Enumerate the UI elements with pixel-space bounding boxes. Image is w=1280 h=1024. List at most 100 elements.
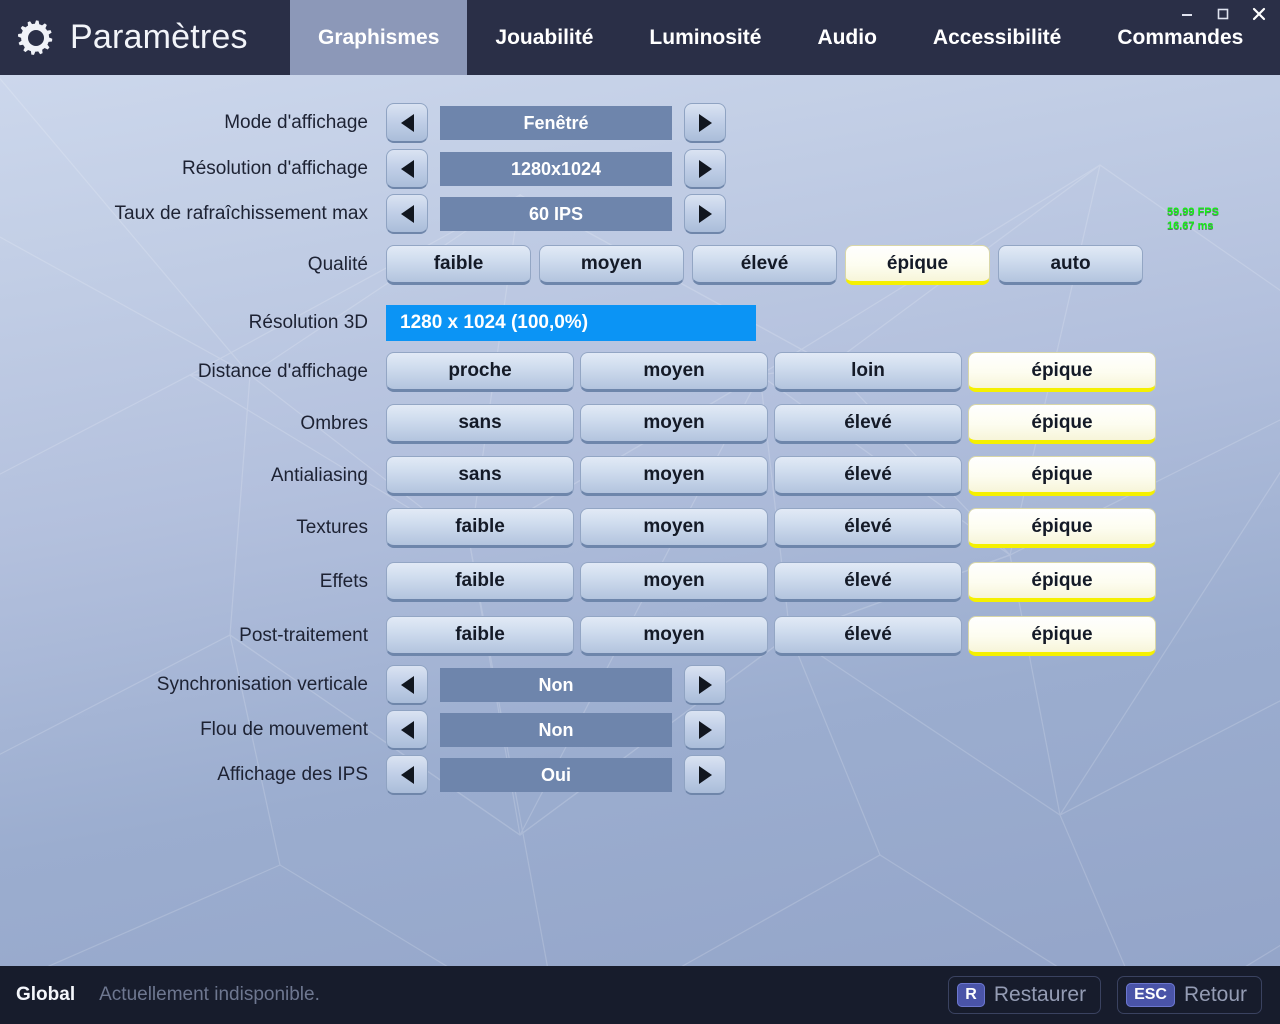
setting-label-display-mode: Mode d'affichage — [224, 112, 368, 133]
option-quality-epique[interactable]: épique — [845, 245, 990, 285]
option-shadows-sans[interactable]: sans — [386, 404, 574, 444]
tab-jouabilite[interactable]: Jouabilité — [467, 0, 621, 75]
option-quality-faible[interactable]: faible — [386, 245, 531, 285]
next-arrow-icon-display-resolution[interactable] — [684, 149, 726, 189]
option-effects-faible[interactable]: faible — [386, 562, 574, 602]
option-antialiasing-moyen[interactable]: moyen — [580, 456, 768, 496]
next-arrow-icon-show-fps[interactable] — [684, 755, 726, 795]
prev-arrow-icon-display-resolution[interactable] — [386, 149, 428, 189]
option-view-distance-moyen[interactable]: moyen — [580, 352, 768, 392]
setting-value-display-mode[interactable]: Fenêtré — [440, 106, 672, 140]
option-group-view-distance: proche moyen loin épique — [386, 352, 1156, 392]
setting-value-max-refresh-rate[interactable]: 60 IPS — [440, 197, 672, 231]
settings-panel: Mode d'affichage Fenêtré Résolution d'affi… — [0, 75, 1280, 966]
minimize-button[interactable] — [1172, 1, 1202, 27]
setting-control-effects: faible moyen élevé épique — [386, 562, 1156, 602]
option-post-processing-moyen[interactable]: moyen — [580, 616, 768, 656]
tab-graphismes[interactable]: Graphismes — [290, 0, 468, 75]
setting-row-view-distance: Distance d'affichage proche moyen loin épiqu… — [0, 349, 1280, 395]
setting-control-vsync: Non — [386, 665, 726, 705]
option-textures-faible[interactable]: faible — [386, 508, 574, 548]
setting-label-post-processing: Post-traitement — [239, 625, 368, 646]
option-antialiasing-eleve[interactable]: élevé — [774, 456, 962, 496]
option-antialiasing-epique[interactable]: épique — [968, 456, 1156, 496]
app-title-block: Paramètres — [0, 0, 290, 75]
setting-value-motion-blur[interactable]: Non — [440, 713, 672, 747]
option-label: élevé — [844, 516, 892, 537]
option-shadows-moyen[interactable]: moyen — [580, 404, 768, 444]
option-quality-eleve[interactable]: élevé — [692, 245, 837, 285]
setting-label-vsync: Synchronisation verticale — [156, 674, 368, 695]
option-effects-moyen[interactable]: moyen — [580, 562, 768, 602]
option-label: faible — [455, 624, 505, 645]
window-controls — [1172, 0, 1274, 28]
settings-window: Paramètres Graphismes Jouabilité Luminosit… — [0, 0, 1280, 1024]
setting-value-display-resolution[interactable]: 1280x1024 — [440, 152, 672, 186]
option-label: épique — [886, 252, 949, 274]
option-shadows-epique[interactable]: épique — [968, 404, 1156, 444]
option-label: moyen — [643, 464, 705, 485]
tab-luminosite[interactable]: Luminosité — [621, 0, 789, 75]
prev-arrow-icon-show-fps[interactable] — [386, 755, 428, 795]
setting-row-textures: Textures faible moyen élevé épique — [0, 505, 1280, 551]
tab-accessibilite[interactable]: Accessibilité — [905, 0, 1089, 75]
option-effects-epique[interactable]: épique — [968, 562, 1156, 602]
option-quality-moyen[interactable]: moyen — [539, 245, 684, 285]
tab-audio[interactable]: Audio — [789, 0, 904, 75]
option-group-shadows: sans moyen élevé épique — [386, 404, 1156, 444]
tab-label: Accessibilité — [932, 25, 1062, 49]
next-arrow-icon-display-mode[interactable] — [684, 103, 726, 143]
tab-label: Commandes — [1117, 25, 1244, 49]
gear-icon — [16, 18, 56, 58]
option-label: loin — [851, 360, 885, 381]
prev-arrow-icon-motion-blur[interactable] — [386, 710, 428, 750]
prev-arrow-icon-vsync[interactable] — [386, 665, 428, 705]
next-arrow-icon-motion-blur[interactable] — [684, 710, 726, 750]
setting-value-show-fps[interactable]: Oui — [440, 758, 672, 792]
option-post-processing-faible[interactable]: faible — [386, 616, 574, 656]
status-message: Actuellement indisponible. — [99, 984, 320, 1005]
setting-label-display-resolution: Résolution d'affichage — [181, 158, 368, 179]
option-textures-epique[interactable]: épique — [968, 508, 1156, 548]
prev-arrow-icon-display-mode[interactable] — [386, 103, 428, 143]
next-arrow-icon-vsync[interactable] — [684, 665, 726, 705]
option-quality-auto[interactable]: auto — [998, 245, 1143, 285]
setting-label-show-fps: Affichage des IPS — [217, 764, 368, 785]
slider-resolution-3d[interactable]: 1280 x 1024 (100,0%) — [386, 305, 756, 341]
back-button[interactable]: ESC Retour — [1117, 976, 1262, 1014]
maximize-button[interactable] — [1208, 1, 1238, 27]
option-label: moyen — [643, 624, 705, 645]
tab-label: Jouabilité — [495, 25, 594, 49]
fps-value: 59.99 FPS — [1167, 206, 1219, 218]
option-post-processing-eleve[interactable]: élevé — [774, 616, 962, 656]
tab-label: Graphismes — [318, 25, 440, 49]
setting-label-view-distance: Distance d'affichage — [197, 361, 368, 382]
setting-control-textures: faible moyen élevé épique — [386, 508, 1156, 548]
option-shadows-eleve[interactable]: élevé — [774, 404, 962, 444]
option-textures-eleve[interactable]: élevé — [774, 508, 962, 548]
next-arrow-icon-max-refresh-rate[interactable] — [684, 194, 726, 234]
restore-button[interactable]: R Restaurer — [948, 976, 1102, 1014]
key-badge: ESC — [1126, 983, 1175, 1007]
option-label: épique — [1031, 623, 1093, 645]
prev-arrow-icon-max-refresh-rate[interactable] — [386, 194, 428, 234]
option-view-distance-epique[interactable]: épique — [968, 352, 1156, 392]
setting-row-display-mode: Mode d'affichage Fenêtré — [0, 100, 1280, 146]
option-antialiasing-sans[interactable]: sans — [386, 456, 574, 496]
setting-label-resolution-3d: Résolution 3D — [248, 312, 368, 333]
option-label: élevé — [844, 570, 892, 591]
option-effects-eleve[interactable]: élevé — [774, 562, 962, 602]
setting-row-shadows: Ombres sans moyen élevé épique — [0, 401, 1280, 447]
option-label: épique — [1031, 569, 1093, 591]
setting-control-display-mode: Fenêtré — [386, 103, 726, 143]
footer-bar: Global Actuellement indisponible. R Resta… — [0, 966, 1280, 1024]
option-post-processing-epique[interactable]: épique — [968, 616, 1156, 656]
setting-value-vsync[interactable]: Non — [440, 668, 672, 702]
option-view-distance-proche[interactable]: proche — [386, 352, 574, 392]
option-textures-moyen[interactable]: moyen — [580, 508, 768, 548]
option-view-distance-loin[interactable]: loin — [774, 352, 962, 392]
slider-value-resolution-3d: 1280 x 1024 (100,0%) — [400, 312, 589, 333]
option-label: proche — [448, 360, 512, 381]
close-button[interactable] — [1244, 1, 1274, 27]
option-label: élevé — [844, 624, 892, 645]
